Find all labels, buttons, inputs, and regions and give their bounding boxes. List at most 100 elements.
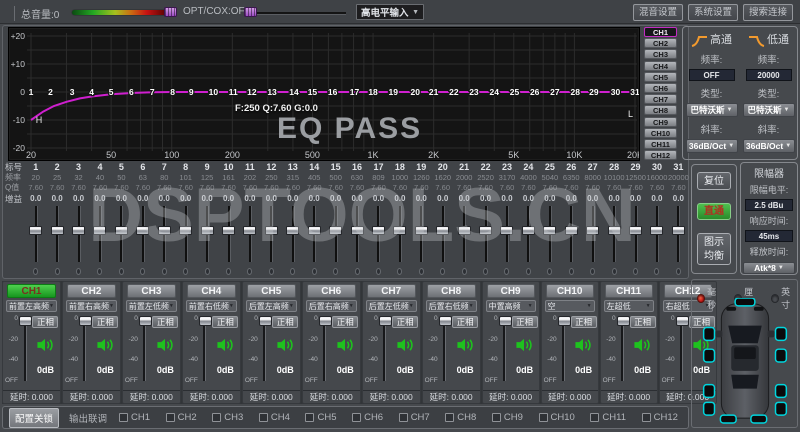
slider-handle[interactable]: [93, 226, 107, 235]
output-link-checkbox-ch9[interactable]: CH9: [491, 412, 523, 423]
channel-fader[interactable]: [616, 314, 630, 386]
slider-track[interactable]: [393, 206, 407, 262]
limiter-attack-value[interactable]: 45ms: [745, 230, 793, 242]
channel-fader[interactable]: [438, 314, 452, 386]
lp-type-select[interactable]: 巴特沃斯 ▼: [742, 103, 795, 117]
slider-track[interactable]: [543, 206, 557, 262]
phase-button[interactable]: 正相: [392, 316, 419, 328]
slider-track[interactable]: [586, 206, 600, 262]
fader-handle[interactable]: [198, 316, 212, 326]
car-top-view[interactable]: [695, 298, 795, 424]
fader-handle[interactable]: [557, 316, 571, 326]
channel-tab-ch5[interactable]: CH5: [644, 71, 677, 82]
bypass-button[interactable]: 直通: [697, 203, 731, 220]
phase-button[interactable]: 正相: [452, 316, 479, 328]
fader-handle[interactable]: [19, 316, 32, 326]
fader-track[interactable]: [143, 317, 147, 381]
phase-button[interactable]: 正相: [32, 316, 59, 328]
slider-handle[interactable]: [157, 226, 171, 235]
output-link-checkbox-ch1[interactable]: CH1: [119, 412, 150, 423]
slider-handle[interactable]: [436, 226, 450, 235]
output-link-checkbox-ch11[interactable]: CH11: [590, 412, 626, 423]
eq-band-slider[interactable]: [282, 206, 303, 278]
phase-button[interactable]: 正相: [152, 316, 179, 328]
channel-tab-ch7[interactable]: CH7: [644, 94, 677, 105]
slider-handle[interactable]: [629, 226, 643, 235]
channel-fader[interactable]: [78, 314, 92, 386]
output-link-checkbox-ch4[interactable]: CH4: [258, 412, 290, 423]
slider-handle[interactable]: [286, 226, 300, 235]
reset-button[interactable]: 复位: [697, 172, 731, 190]
slider-track[interactable]: [179, 206, 193, 262]
limiter-release-select[interactable]: Atk*8 ▼: [743, 262, 795, 274]
eq-band-slider[interactable]: [475, 206, 496, 278]
source-select[interactable]: 中置高频 ▼: [485, 300, 536, 312]
mute-button[interactable]: [396, 328, 415, 358]
slider-track[interactable]: [222, 206, 235, 262]
channel-select-button[interactable]: CH2: [66, 284, 116, 298]
slider-track[interactable]: [136, 206, 150, 262]
master-volume-slider-handle[interactable]: [164, 7, 177, 17]
slider-track[interactable]: [350, 206, 364, 262]
slider-track[interactable]: [479, 206, 493, 262]
source-select[interactable]: 后置右低频 ▼: [425, 300, 477, 312]
channel-tab-ch12[interactable]: CH12: [644, 150, 677, 161]
source-select[interactable]: 后置左低频 ▼: [365, 300, 417, 312]
channel-fader[interactable]: [318, 314, 332, 386]
eq-band-slider[interactable]: [561, 206, 582, 278]
fader-handle[interactable]: [78, 316, 92, 326]
source-select[interactable]: 后置右高频 ▼: [305, 300, 357, 312]
channel-select-button[interactable]: CH9: [486, 284, 535, 298]
channel-tab-ch11[interactable]: CH11: [644, 138, 677, 149]
slider-handle[interactable]: [200, 226, 214, 235]
slider-track[interactable]: [200, 206, 214, 262]
slider-track[interactable]: [29, 206, 43, 262]
slider-handle[interactable]: [671, 226, 685, 235]
slider-handle[interactable]: [350, 226, 364, 235]
eq-band-slider[interactable]: [111, 206, 132, 278]
fader-handle[interactable]: [258, 316, 272, 326]
slider-track[interactable]: [72, 206, 86, 262]
channel-fader[interactable]: [378, 314, 392, 386]
channel-tab-ch2[interactable]: CH2: [644, 38, 677, 49]
phase-button[interactable]: 正相: [272, 316, 299, 328]
graphic-eq-button[interactable]: 图示 均衡: [697, 233, 731, 265]
fader-track[interactable]: [443, 317, 447, 381]
input-mode-select[interactable]: 高电平输入 ▼: [356, 4, 424, 20]
channel-select-button[interactable]: CH7: [366, 284, 416, 298]
slider-track[interactable]: [671, 206, 685, 262]
slider-handle[interactable]: [457, 226, 471, 235]
mixer-settings-button[interactable]: 混音设置: [633, 4, 683, 21]
phase-button[interactable]: 正相: [570, 316, 597, 328]
channel-select-button[interactable]: CH8: [426, 284, 476, 298]
phase-button[interactable]: 正相: [92, 316, 119, 328]
slider-handle[interactable]: [50, 226, 64, 235]
eq-band-slider[interactable]: [668, 206, 689, 278]
eq-band-slider[interactable]: [346, 206, 367, 278]
slider-handle[interactable]: [222, 226, 235, 235]
slider-handle[interactable]: [329, 226, 343, 235]
channel-select-button[interactable]: CH6: [306, 284, 356, 298]
slider-track[interactable]: [114, 206, 128, 262]
phase-button[interactable]: 正相: [332, 316, 359, 328]
fader-track[interactable]: [83, 317, 87, 381]
channel-select-button[interactable]: CH10: [545, 284, 594, 298]
eq-band-slider[interactable]: [196, 206, 217, 278]
slider-handle[interactable]: [114, 226, 128, 235]
master-volume-slider-track[interactable]: [72, 10, 168, 15]
output-link-checkbox-ch8[interactable]: CH8: [445, 412, 476, 423]
eq-band-slider[interactable]: [132, 206, 153, 278]
fader-track[interactable]: [562, 317, 566, 381]
limiter-level-value[interactable]: 2.5 dBu: [745, 199, 793, 211]
output-link-checkbox-ch5[interactable]: CH5: [305, 412, 336, 423]
eq-band-slider[interactable]: [582, 206, 603, 278]
eq-band-slider[interactable]: [411, 206, 432, 278]
slider-track[interactable]: [436, 206, 450, 262]
fader-track[interactable]: [323, 317, 327, 381]
fader-handle[interactable]: [616, 316, 630, 326]
eq-band-slider[interactable]: [25, 206, 46, 278]
slider-track[interactable]: [521, 206, 535, 262]
channel-select-button[interactable]: CH1: [7, 284, 56, 298]
eq-band-slider[interactable]: [389, 206, 410, 278]
eq-band-slider[interactable]: [432, 206, 453, 278]
